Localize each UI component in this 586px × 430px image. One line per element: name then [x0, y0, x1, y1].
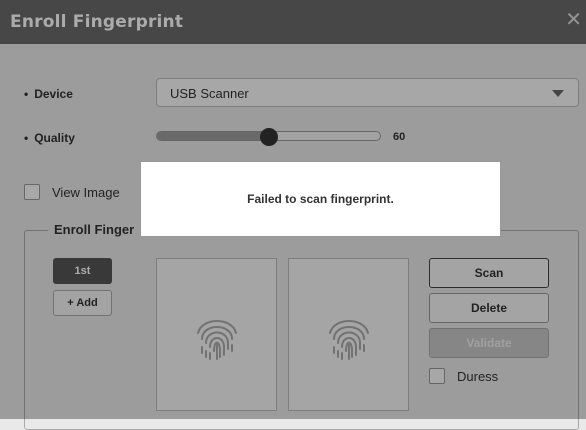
error-message-box: Failed to scan fingerprint. [140, 161, 501, 237]
error-message-text: Failed to scan fingerprint. [247, 192, 394, 206]
